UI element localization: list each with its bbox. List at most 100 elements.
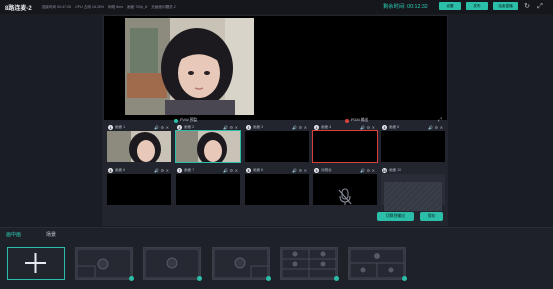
layout-preview-icon [76,248,132,279]
camera-number: 2 [177,125,182,130]
close-icon[interactable]: ✕ [235,125,238,130]
settings-button[interactable]: 设置 [439,2,461,10]
layout-preview-icon [144,248,200,279]
page-title: 8路连麦-2 [5,5,32,12]
stat-connect-time: 连接时间 00:47:26 [41,4,72,9]
save-button[interactable]: 保存 [420,212,443,221]
close-icon[interactable]: ✕ [304,168,307,173]
camera-number: 9 [314,168,319,173]
camera-number: 7 [177,168,182,173]
volume-icon[interactable]: 🔊 [223,125,228,130]
refresh-icon[interactable]: ↻ [523,2,531,11]
camera-card-9[interactable]: 9 远程台 🔊 ⚙ ✕ [313,167,377,205]
tab-pip[interactable]: 画中画 [6,231,21,238]
end-live-button[interactable]: 结束直播 [493,2,518,10]
layout-option-5[interactable] [348,247,407,281]
fullscreen-icon[interactable]: ⤢ [536,2,544,11]
settings-icon[interactable]: ⚙ [230,125,234,130]
camera-card-7[interactable]: 7 画面 7 🔊 ⚙ ✕ [176,167,240,205]
camera-video [381,131,445,162]
volume-icon[interactable]: 🔊 [154,168,159,173]
camera-video [381,174,445,211]
settings-icon[interactable]: ⚙ [161,125,165,130]
camera-video [107,174,171,205]
layout-option-3[interactable] [212,247,271,281]
pvw-dot-icon [174,118,178,123]
layout-badge-icon [266,276,271,281]
layout-option-4[interactable] [280,247,339,281]
camera-label: 画面 6 [115,168,126,172]
stat-cpu: CPU 占用 18.26% [75,4,105,9]
tab-scene[interactable]: 场景 [46,231,56,238]
layout-preview-icon [281,248,337,279]
stat-issues: 无画面问题总 2 [151,4,176,9]
settings-icon[interactable]: ⚙ [367,168,371,173]
volume-icon[interactable]: 🔊 [223,168,228,173]
pvw-label-text: PVW 预监 [180,118,198,122]
settings-icon[interactable]: ⚙ [230,168,234,173]
camera-number: 6 [108,168,113,173]
volume-icon[interactable]: 🔊 [292,168,297,173]
layout-add-button[interactable] [7,247,65,280]
publish-button[interactable]: 发布 [466,2,488,10]
expand-icon[interactable]: ⤢ [438,117,442,123]
camera-number: 1 [108,125,113,130]
camera-label: 画面 8 [253,168,264,172]
camera-label: 画面 5 [389,125,400,129]
close-icon[interactable]: ✕ [304,125,307,130]
camera-number: 8 [246,168,251,173]
empty-slot [384,182,442,211]
camera-card-1[interactable]: 1 画面 1 🔊 ⚙ ✕ [107,124,171,166]
close-icon[interactable]: ✕ [372,125,375,130]
volume-icon[interactable]: 🔊 [292,125,297,130]
close-icon[interactable]: ✕ [235,168,238,173]
camera-number: 5 [382,125,387,130]
camera-card-2[interactable]: 2 画面 2 🔊 ⚙ ✕ [175,124,241,166]
volume-icon[interactable]: 🔊 [154,125,159,130]
camera-label: 画面 7 [184,168,195,172]
camera-video [312,130,378,163]
close-icon[interactable]: ✕ [440,125,443,130]
camera-label: 画面 2 [184,125,195,129]
settings-icon[interactable]: ⚙ [299,125,303,130]
stat-resolution: 画面 720p_8 [127,4,148,9]
camera-card-10[interactable]: 10 画面 10 [381,167,445,211]
pgm-dot-icon [345,118,349,123]
camera-card-8[interactable]: 8 画面 8 🔊 ⚙ ✕ [245,167,309,205]
camera-video [245,174,309,205]
layout-badge-icon [334,276,339,281]
close-icon[interactable]: ✕ [166,125,169,130]
layout-preview-icon [213,248,269,279]
pgm-label: PGM 输出 [345,118,368,123]
camera-label: 画面 10 [389,168,402,172]
camera-number: 3 [246,125,251,130]
camera-card-6[interactable]: 6 画面 6 🔊 ⚙ ✕ [107,167,171,205]
stat-network: 网络 6ms [108,4,124,9]
settings-icon[interactable]: ⚙ [435,125,439,130]
camera-card-4[interactable]: 4 画面 4 🔊 ⚙ ✕ [312,124,378,163]
camera-number: 4 [314,125,319,130]
volume-icon[interactable]: 🔊 [360,168,365,173]
close-icon[interactable]: ✕ [372,168,375,173]
camera-card-3[interactable]: 3 画面 3 🔊 ⚙ ✕ [245,124,309,162]
plus-icon [25,253,46,273]
settings-icon[interactable]: ⚙ [161,168,165,173]
mic-muted-icon [338,188,352,205]
layout-badge-icon [129,276,134,281]
settings-icon[interactable]: ⚙ [299,168,303,173]
volume-icon[interactable]: 🔊 [428,125,433,130]
camera-card-5[interactable]: 5 画面 5 🔊 ⚙ ✕ [381,124,445,162]
volume-icon[interactable]: 🔊 [360,125,365,130]
pvw-video [125,18,254,115]
layout-option-1[interactable] [75,247,134,281]
camera-video [176,174,240,205]
camera-video [313,174,377,205]
settings-icon[interactable]: ⚙ [367,125,371,130]
layout-option-2[interactable] [143,247,202,281]
close-icon[interactable]: ✕ [166,168,169,173]
camera-number: 10 [382,168,387,173]
camera-label: 画面 3 [253,125,264,129]
switch-output-button[interactable]: 切换到输出 [377,212,414,221]
pvw-label: PVW 预监 [174,118,197,123]
status-stats: 连接时间 00:47:26 CPU 占用 18.26% 网络 6ms 画面 72… [42,5,176,10]
